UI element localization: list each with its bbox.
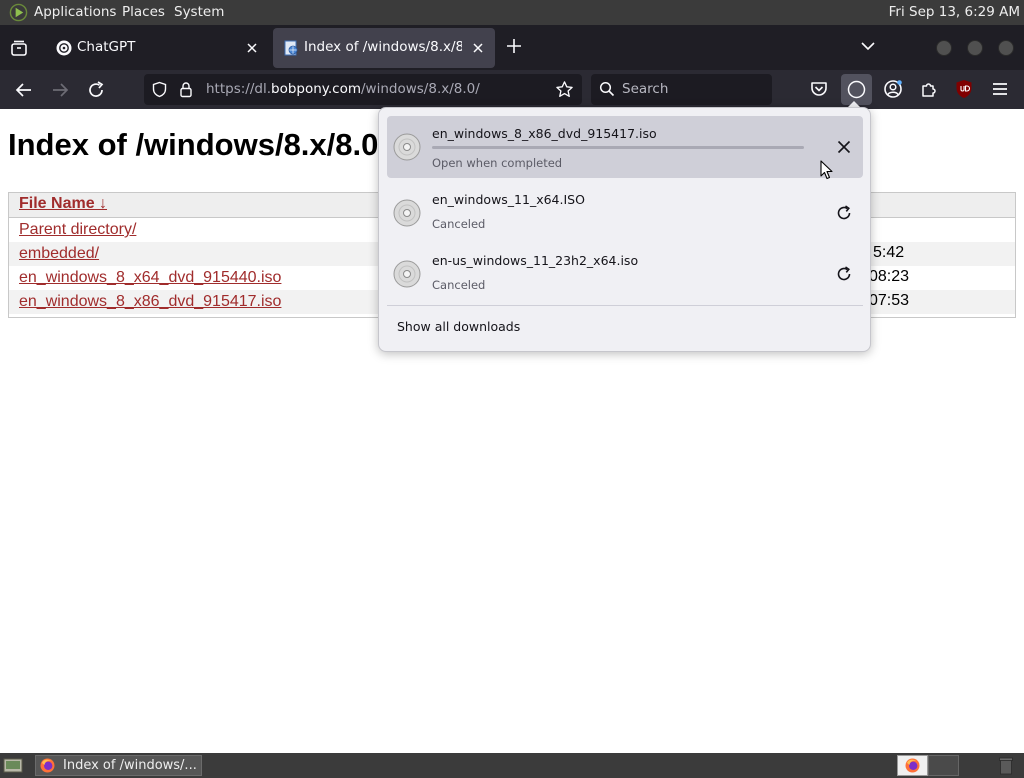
download-progress-bar — [432, 146, 804, 149]
disc-file-icon — [393, 260, 421, 288]
download-filename: en_windows_8_x86_dvd_915417.iso — [432, 126, 657, 141]
retry-icon[interactable] — [835, 204, 853, 222]
downloads-panel: en_windows_8_x86_dvd_915417.iso Open whe… — [378, 107, 871, 352]
cancel-icon[interactable] — [835, 138, 853, 156]
tab-index-of[interactable]: Index of /windows/8.x/8.0/ — [273, 28, 495, 68]
workspace-2[interactable] — [928, 755, 959, 776]
chatgpt-icon — [56, 40, 72, 56]
file-link[interactable]: en_windows_8_x86_dvd_915417.iso — [19, 293, 281, 311]
page-title: Index of /windows/8.x/8.0/ — [8, 127, 387, 162]
file-date: 07:53 — [869, 292, 910, 309]
chevron-down-icon[interactable] — [858, 38, 878, 54]
page-icon — [284, 40, 298, 56]
file-date: 5:42 — [873, 244, 905, 261]
pocket-icon[interactable] — [808, 78, 830, 100]
close-tab-icon[interactable] — [243, 39, 261, 57]
forward-icon[interactable] — [49, 79, 71, 101]
tab-title: Index of /windows/8.x/8.0/ — [304, 39, 462, 55]
disc-file-icon — [393, 199, 421, 227]
applications-icon[interactable] — [9, 3, 28, 22]
download-progress-icon — [847, 80, 866, 99]
url-bar[interactable]: https://dl.bobpony.com/windows/8.x/8.0/ — [144, 74, 582, 105]
retry-icon[interactable] — [835, 265, 853, 283]
url-text[interactable]: https://dl.bobpony.com/windows/8.x/8.0/ — [206, 81, 480, 97]
firefox-icon — [905, 758, 920, 773]
url-host: bobpony.com — [271, 81, 361, 97]
menu-places[interactable]: Places — [122, 4, 165, 20]
tab-bar: ChatGPT Index of /windows/8.x/8.0/ — [0, 25, 1024, 70]
url-scheme: https:// — [206, 81, 255, 97]
lock-icon[interactable] — [178, 81, 194, 98]
taskbar-window-button[interactable]: Index of /windows/... — [35, 755, 202, 776]
minimize-button[interactable] — [936, 40, 952, 56]
mouse-cursor-icon — [820, 160, 833, 180]
menu-system[interactable]: System — [174, 4, 224, 20]
download-filename: en-us_windows_11_23h2_x64.iso — [432, 253, 639, 268]
reload-icon[interactable] — [85, 79, 107, 101]
file-date: 08:23 — [869, 268, 910, 285]
url-host-prefix: dl. — [254, 81, 272, 97]
app-menu-icon[interactable] — [989, 78, 1011, 100]
tab-chatgpt[interactable]: ChatGPT — [46, 28, 269, 68]
download-status: Open when completed — [432, 156, 563, 170]
clock[interactable]: Fri Sep 13, 6:29 AM — [889, 4, 1020, 20]
close-window-button[interactable] — [998, 40, 1014, 56]
trash-icon[interactable] — [998, 756, 1014, 775]
download-item[interactable]: en-us_windows_11_23h2_x64.iso Canceled — [387, 243, 863, 305]
bookmark-star-icon[interactable] — [555, 80, 574, 99]
download-status: Canceled — [432, 217, 486, 231]
search-placeholder: Search — [622, 81, 669, 97]
firefox-icon — [40, 758, 55, 773]
panel-separator — [387, 305, 863, 306]
back-icon[interactable] — [13, 79, 35, 101]
workspace-1[interactable] — [897, 755, 928, 776]
search-bar[interactable]: Search — [591, 74, 772, 105]
extensions-icon[interactable] — [918, 78, 940, 100]
account-icon[interactable] — [882, 78, 904, 100]
disc-file-icon — [393, 133, 421, 161]
menu-applications[interactable]: Applications — [34, 4, 116, 20]
maximize-button[interactable] — [967, 40, 983, 56]
download-status: Canceled — [432, 278, 486, 292]
ublock-origin-icon[interactable] — [953, 78, 975, 100]
file-link[interactable]: embedded/ — [19, 245, 99, 263]
top-panel: Applications Places System Fri Sep 13, 6… — [0, 0, 1024, 25]
download-item[interactable]: en_windows_8_x86_dvd_915417.iso Open whe… — [387, 116, 863, 178]
new-tab-icon[interactable] — [505, 37, 523, 55]
file-link[interactable]: en_windows_8_x64_dvd_915440.iso — [19, 269, 281, 287]
tab-title: ChatGPT — [77, 39, 136, 55]
sort-by-file-name[interactable]: File Name ↓ — [19, 195, 107, 213]
download-item[interactable]: en_windows_11_x64.ISO Canceled — [387, 182, 863, 244]
url-path: /windows/8.x/8.0/ — [361, 81, 480, 97]
search-icon — [599, 81, 615, 97]
show-all-downloads-button[interactable]: Show all downloads — [397, 319, 520, 334]
close-tab-icon[interactable] — [469, 39, 487, 57]
download-filename: en_windows_11_x64.ISO — [432, 192, 585, 207]
nav-toolbar: https://dl.bobpony.com/windows/8.x/8.0/ … — [0, 70, 1024, 109]
show-desktop-icon[interactable] — [3, 757, 23, 774]
tracking-shield-icon[interactable] — [151, 81, 168, 98]
file-link[interactable]: Parent directory/ — [19, 221, 136, 239]
bottom-taskbar: Index of /windows/... — [0, 753, 1024, 778]
taskbar-window-label: Index of /windows/... — [63, 758, 197, 773]
list-all-tabs-icon[interactable] — [9, 38, 29, 58]
